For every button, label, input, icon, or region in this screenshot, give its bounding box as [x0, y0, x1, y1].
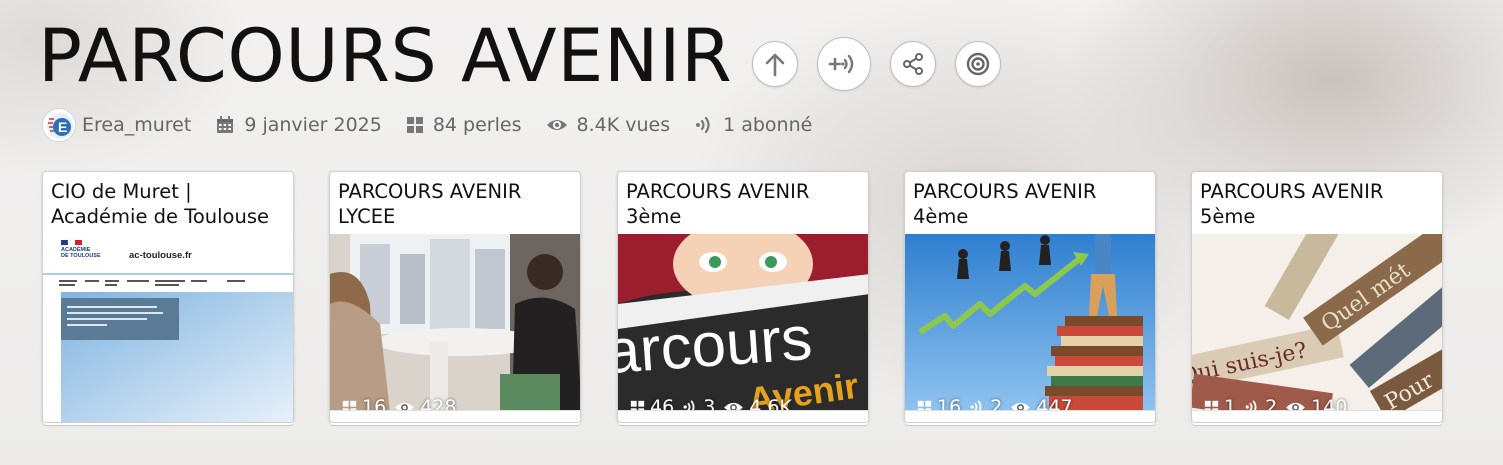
card-title-line1: PARCOURS AVENIR — [338, 180, 522, 203]
card-4eme[interactable]: PARCOURS AVENIR 4ème 16 2 447 — [904, 171, 1156, 423]
board-meta: E Erea_muret 9 janvier 2025 84 perles 8.… — [42, 106, 836, 144]
card-footer — [330, 410, 580, 422]
pearls-count: 84 perles — [406, 114, 522, 136]
card-title-line1: CIO de Muret | — [51, 180, 192, 203]
author[interactable]: E Erea_muret — [42, 108, 191, 142]
card-title: PARCOURS AVENIR 4ème — [905, 172, 1155, 234]
card-3eme[interactable]: PARCOURS AVENIR 3ème arcours Avenir 46 3… — [617, 171, 869, 423]
card-footer — [618, 410, 868, 422]
card-lycee[interactable]: PARCOURS AVENIR LYCEE 16 428 — [329, 171, 581, 423]
card-title-line1: PARCOURS AVENIR — [913, 180, 1097, 203]
card-image: Qui suis-je? Quel mét Pour — [1192, 234, 1442, 412]
card-image: arcours Avenir — [618, 234, 868, 412]
card-title-line2: 3ème — [626, 205, 682, 228]
target-button[interactable] — [955, 41, 1001, 87]
card-title-line2: 4ème — [913, 205, 969, 228]
followers-text: 1 abonné — [723, 114, 813, 136]
card-title: PARCOURS AVENIR LYCEE — [330, 172, 580, 234]
card-image — [905, 234, 1155, 412]
card-footer — [905, 410, 1155, 422]
svg-text:E: E — [58, 119, 67, 135]
card-title-line1: PARCOURS AVENIR — [1200, 180, 1384, 203]
date: 9 janvier 2025 — [215, 114, 382, 136]
avatar: E — [42, 108, 76, 142]
card-title-line2: LYCEE — [338, 205, 396, 228]
card-title: PARCOURS AVENIR 5ème — [1192, 172, 1442, 234]
pearls-text: 84 perles — [432, 114, 522, 136]
card-footer — [1192, 410, 1442, 422]
card-title: CIO de Muret | Académie de Toulouse — [43, 172, 293, 234]
card-title-line1: PARCOURS AVENIR — [626, 180, 810, 203]
date-text: 9 janvier 2025 — [244, 114, 382, 136]
preview-site: ac-toulouse.fr — [129, 250, 192, 261]
eye-icon — [546, 120, 567, 130]
author-name: Erea_muret — [82, 114, 192, 136]
card-5eme[interactable]: PARCOURS AVENIR 5ème Qui suis-je? Quel m… — [1191, 171, 1443, 423]
views-text: 8.4K vues — [576, 114, 671, 136]
upload-button[interactable] — [752, 41, 798, 87]
follow-icon — [828, 54, 854, 74]
share-button[interactable] — [890, 41, 936, 87]
upload-icon — [765, 53, 785, 77]
target-icon — [966, 52, 990, 76]
preview-brand: ACADÉMIE — [61, 245, 91, 253]
views-count: 8.4K vues — [546, 114, 671, 136]
board-title: PARCOURS AVENIR — [38, 14, 733, 99]
share-icon — [903, 53, 923, 75]
board-actions — [752, 37, 1020, 91]
follow-button[interactable] — [817, 37, 871, 91]
card-title-line2: 5ème — [1200, 205, 1256, 228]
followers-icon — [696, 116, 710, 134]
calendar-icon — [217, 116, 234, 133]
card-preview: ACADÉMIE DE TOULOUSE ac-toulouse.fr — [43, 234, 293, 422]
card-title-line2: Académie de Toulouse — [51, 205, 269, 228]
followers-count: 1 abonné — [694, 114, 812, 136]
preview-brand2: DE TOULOUSE — [61, 253, 101, 259]
grid-icon — [406, 117, 423, 133]
card-title: PARCOURS AVENIR 3ème — [618, 172, 868, 234]
card-image — [330, 234, 580, 412]
card-cio-muret[interactable]: CIO de Muret | Académie de Toulouse ACAD… — [42, 171, 294, 423]
